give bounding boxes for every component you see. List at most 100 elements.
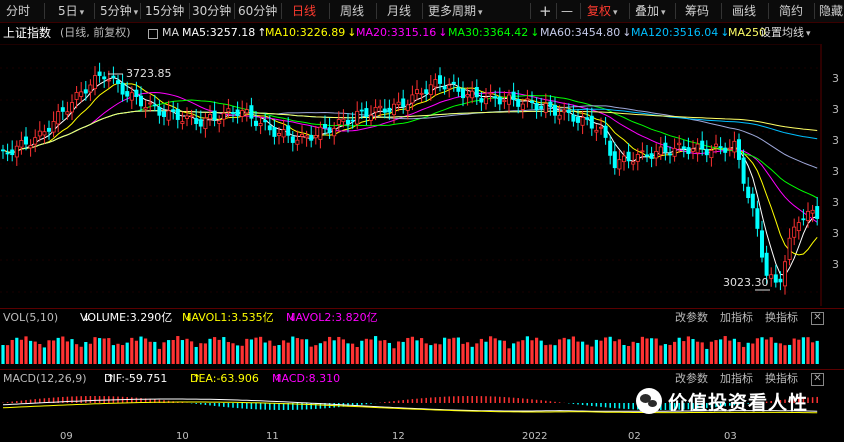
zoom-in-button[interactable]: +: [539, 0, 552, 22]
candle-body: [221, 112, 226, 120]
candle-body: [189, 115, 194, 118]
volume-bar: [567, 339, 571, 364]
candle-body: [203, 117, 208, 130]
hide-button[interactable]: 隐藏: [819, 0, 843, 22]
ma120-value: MA120:3516.04 ↓: [631, 26, 730, 39]
ma-settings-dropdown[interactable]: 设置均线: [760, 23, 811, 44]
candle-body: [502, 99, 507, 102]
price-axis-tick: 3: [832, 103, 839, 116]
volume-bar: [282, 340, 286, 364]
ma10-value: MA10:3226.89 ↓: [265, 26, 357, 39]
chips-button[interactable]: 筹码: [685, 0, 709, 22]
candle-body: [143, 107, 148, 110]
candle-body: [299, 133, 304, 137]
volume-change-params-button[interactable]: 改参数: [675, 309, 708, 327]
candle-body: [493, 96, 498, 99]
period-toolbar: 分时 5日 5分钟 15分钟 30分钟 60分钟 日线 周线 月线 更多周期 +…: [0, 0, 844, 23]
candle-body: [111, 75, 116, 78]
volume-bar: [300, 339, 304, 364]
volume-bar: [498, 340, 502, 364]
zoom-out-button[interactable]: —: [561, 0, 573, 22]
candle-body: [74, 92, 79, 100]
toolbar-divider: [281, 3, 282, 19]
ma-toggle-checkbox[interactable]: [148, 29, 158, 39]
volume-bar: [323, 341, 327, 364]
volume-bar: [521, 340, 525, 364]
volume-bar: [811, 342, 815, 364]
candle-body: [47, 127, 52, 132]
volume-bar: [79, 346, 83, 364]
candle-body: [806, 210, 811, 221]
volume-bar: [125, 342, 129, 364]
period-tab-daily[interactable]: 日线: [292, 0, 316, 22]
period-tab-monthly[interactable]: 月线: [387, 0, 411, 22]
volume-bar: [585, 344, 589, 364]
candle-body: [746, 186, 751, 199]
volume-bar: [535, 337, 539, 364]
volume-bar: [636, 342, 640, 364]
period-tab-fenshi[interactable]: 分时: [6, 0, 30, 22]
candle-body: [810, 209, 815, 214]
candle-body: [341, 118, 346, 123]
volume-bar: [502, 340, 506, 364]
candle-body: [718, 146, 723, 148]
x-axis-label: 12: [392, 431, 405, 442]
period-more-dropdown[interactable]: 更多周期: [428, 0, 483, 22]
candle-body: [391, 103, 396, 116]
candle-body: [658, 146, 663, 156]
candle-body: [166, 110, 171, 121]
toolbar-divider: [189, 3, 190, 19]
candle-body: [382, 108, 387, 113]
toolbar-divider: [376, 3, 377, 19]
candle-body: [313, 135, 318, 139]
period-tab-60min[interactable]: 60分钟: [238, 0, 277, 22]
candle-body: [290, 136, 295, 143]
candle-body: [350, 119, 355, 122]
volume-bar: [203, 343, 207, 364]
candle-body: [230, 112, 235, 114]
volume-bar: [217, 339, 221, 364]
volume-bar: [751, 343, 755, 364]
volume-switch-indicator-button[interactable]: 换指标: [765, 309, 798, 327]
volume-bar: [378, 340, 382, 364]
candle-body: [589, 115, 594, 129]
candle-body: [447, 84, 452, 90]
period-tab-30min[interactable]: 30分钟: [192, 0, 231, 22]
candle-body: [773, 274, 778, 283]
simple-mode-button[interactable]: 简约: [779, 0, 803, 22]
candle-body: [33, 137, 38, 145]
price-axis-tick: 3: [832, 258, 839, 271]
close-icon[interactable]: ✕: [811, 312, 824, 325]
volume-bar: [765, 339, 769, 364]
period-tab-weekly[interactable]: 周线: [340, 0, 364, 22]
volume-bar: [489, 336, 493, 364]
period-tab-15min[interactable]: 15分钟: [145, 0, 184, 22]
candle-body: [654, 151, 659, 159]
candle-body: [626, 151, 631, 162]
overlay-dropdown[interactable]: 叠加: [635, 0, 666, 22]
volume-bar: [723, 336, 727, 364]
ma20-line: [2, 91, 818, 223]
volume-bar: [631, 341, 635, 364]
volume-bar: [553, 345, 557, 364]
candle-body: [787, 237, 792, 260]
volume-bar: [640, 336, 644, 364]
toolbar-divider: [556, 3, 557, 19]
period-tab-5min[interactable]: 5分钟: [100, 0, 138, 22]
candle-body: [125, 91, 130, 97]
fuquan-dropdown[interactable]: 复权: [587, 0, 618, 22]
ma30-line: [2, 95, 818, 199]
ma250-line: [2, 110, 818, 154]
volume-bar: [254, 337, 258, 364]
candle-body: [217, 120, 222, 124]
kline-chart[interactable]: 3 3 3 3 3 3 3: [0, 44, 844, 306]
close-icon[interactable]: ✕: [811, 373, 824, 386]
arrow-down-icon: ↓: [82, 311, 92, 324]
candle-body: [681, 146, 686, 150]
low-annotation: 3023.30: [723, 276, 769, 289]
volume-bar: [121, 345, 125, 364]
draw-line-button[interactable]: 画线: [732, 0, 756, 22]
volume-bar: [185, 338, 189, 364]
period-tab-5day[interactable]: 5日: [58, 0, 84, 22]
volume-add-indicator-button[interactable]: 加指标: [720, 309, 753, 327]
